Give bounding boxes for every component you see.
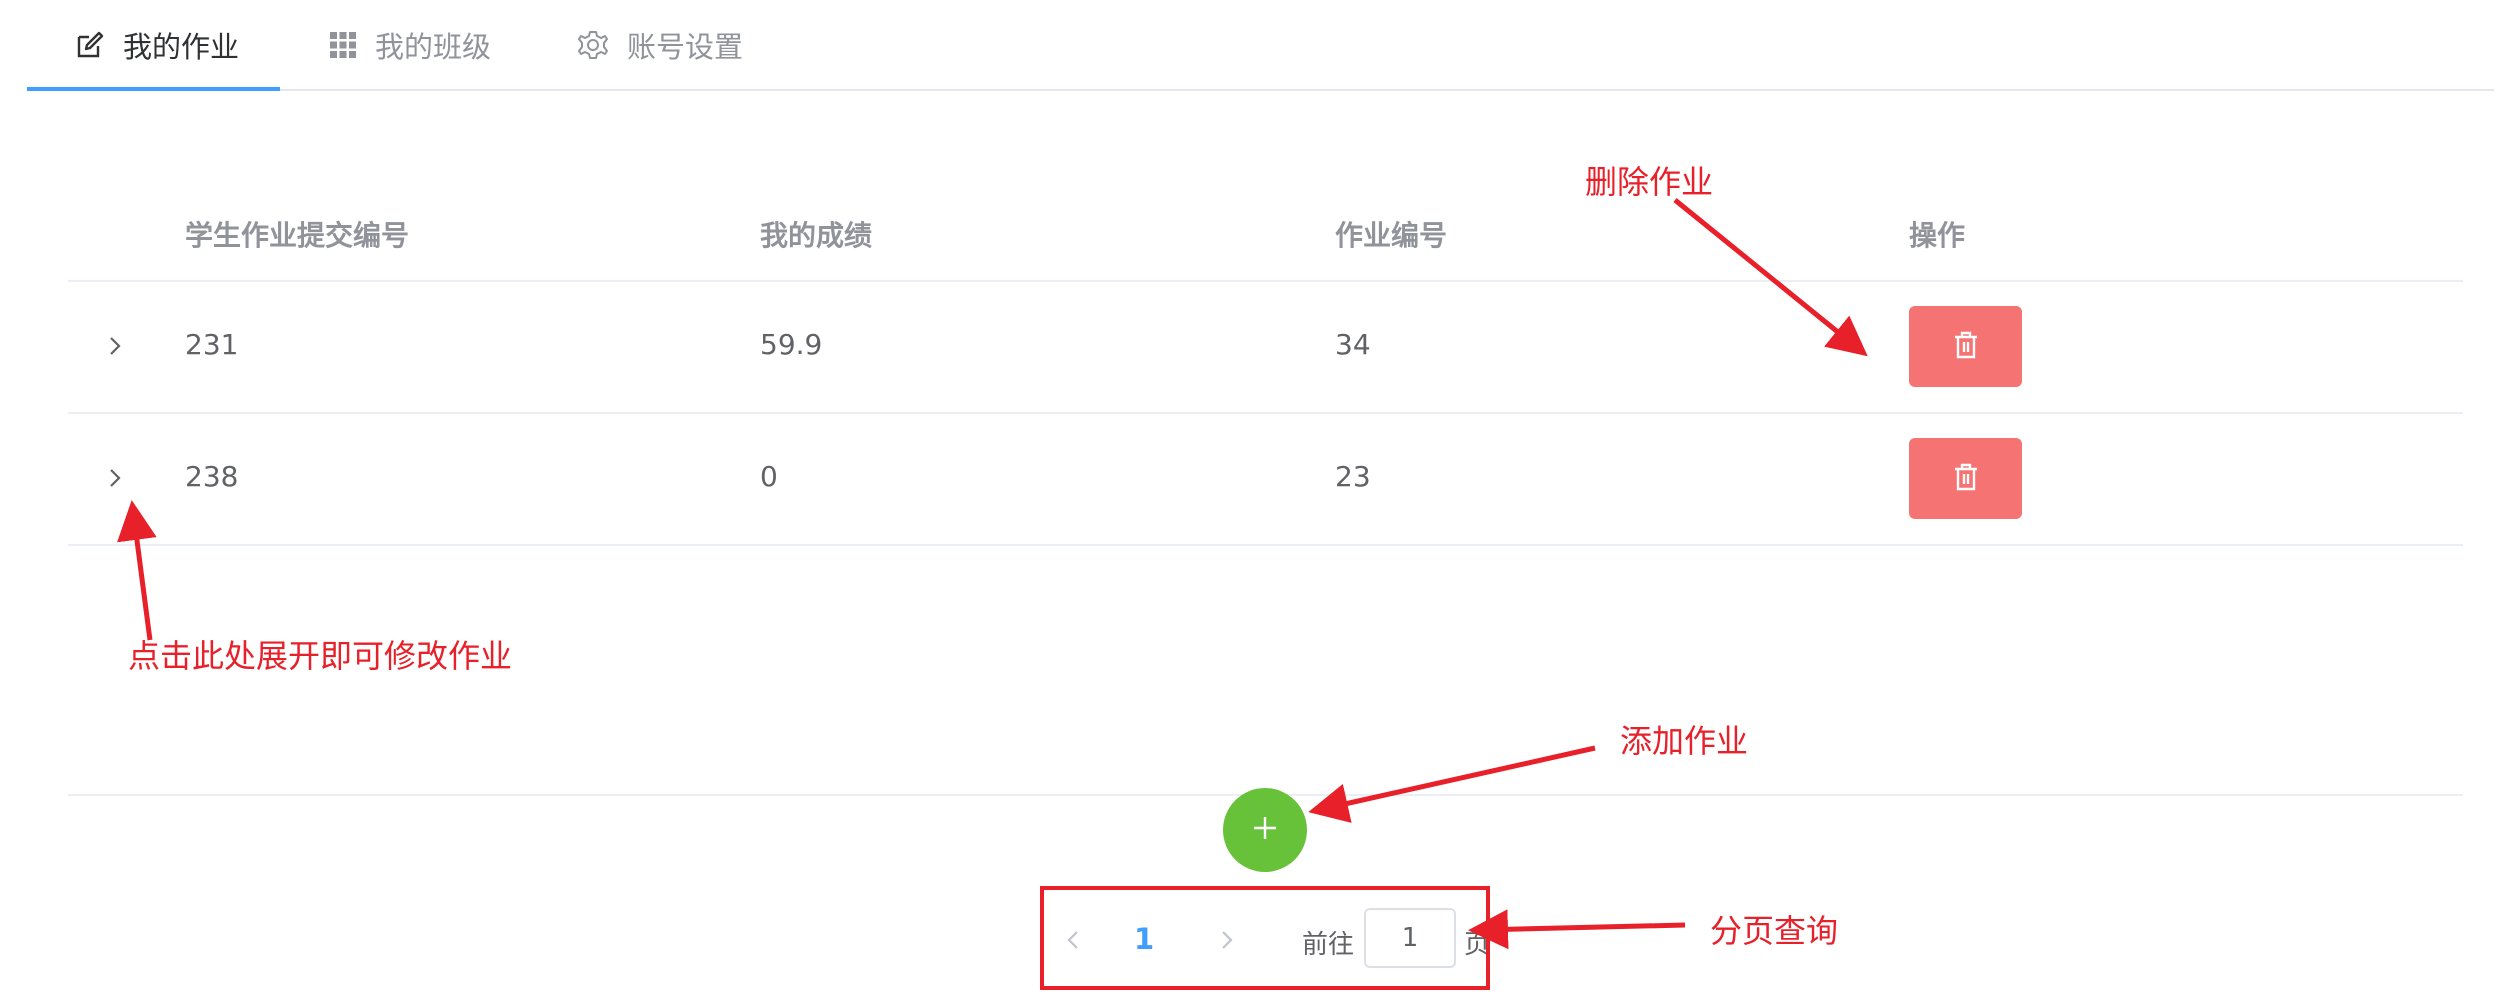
tab-account-settings[interactable]: 账号设置 [577,0,743,89]
header-score: 我的成绩 [760,219,873,252]
annotation-paging: 分页查询 [1710,912,1839,950]
tab-label: 账号设置 [627,29,744,64]
tab-label: 我的作业 [123,29,240,64]
homework-table: 学生作业提交编号 我的成绩 作业编号 操作 231 59.9 34 238 0 … [68,180,2463,796]
chevron-right-icon[interactable] [104,328,128,364]
tab-bar: 我的作业 我的班级 账号设置 [27,0,2494,91]
edit-icon [75,30,105,60]
cell-assignment-id: 34 [1335,328,1371,361]
cell-submission-id: 238 [185,460,239,493]
active-tab-indicator [27,87,280,91]
trash-icon [1953,331,1979,363]
annotation-add: 添加作业 [1620,722,1749,760]
delete-button[interactable] [1909,438,2022,519]
header-submission-id: 学生作业提交编号 [185,219,410,252]
chevron-right-icon[interactable] [104,460,128,496]
table-row: 231 59.9 34 [68,282,2463,414]
add-homework-button[interactable] [1223,788,1307,872]
grid-icon [329,31,357,59]
header-assignment-id: 作业编号 [1335,219,1448,252]
trash-icon [1953,463,1979,495]
gear-icon [577,29,609,61]
tab-my-class[interactable]: 我的班级 [329,0,491,89]
tab-label: 我的班级 [375,29,492,64]
delete-button[interactable] [1909,306,2022,387]
annotation-delete: 删除作业 [1585,163,1714,201]
annotation-expand: 点击此处展开即可修改作业 [128,637,513,675]
cell-submission-id: 231 [185,328,239,361]
cell-score: 59.9 [760,328,823,361]
table-row: 238 0 23 [68,414,2463,546]
cell-assignment-id: 23 [1335,460,1371,493]
tab-my-homework[interactable]: 我的作业 [75,0,239,89]
plus-icon [1251,814,1279,846]
header-actions: 操作 [1909,219,1966,252]
pagination-highlight-box [1040,886,1490,990]
cell-score: 0 [760,460,778,493]
table-header: 学生作业提交编号 我的成绩 作业编号 操作 [68,180,2463,282]
